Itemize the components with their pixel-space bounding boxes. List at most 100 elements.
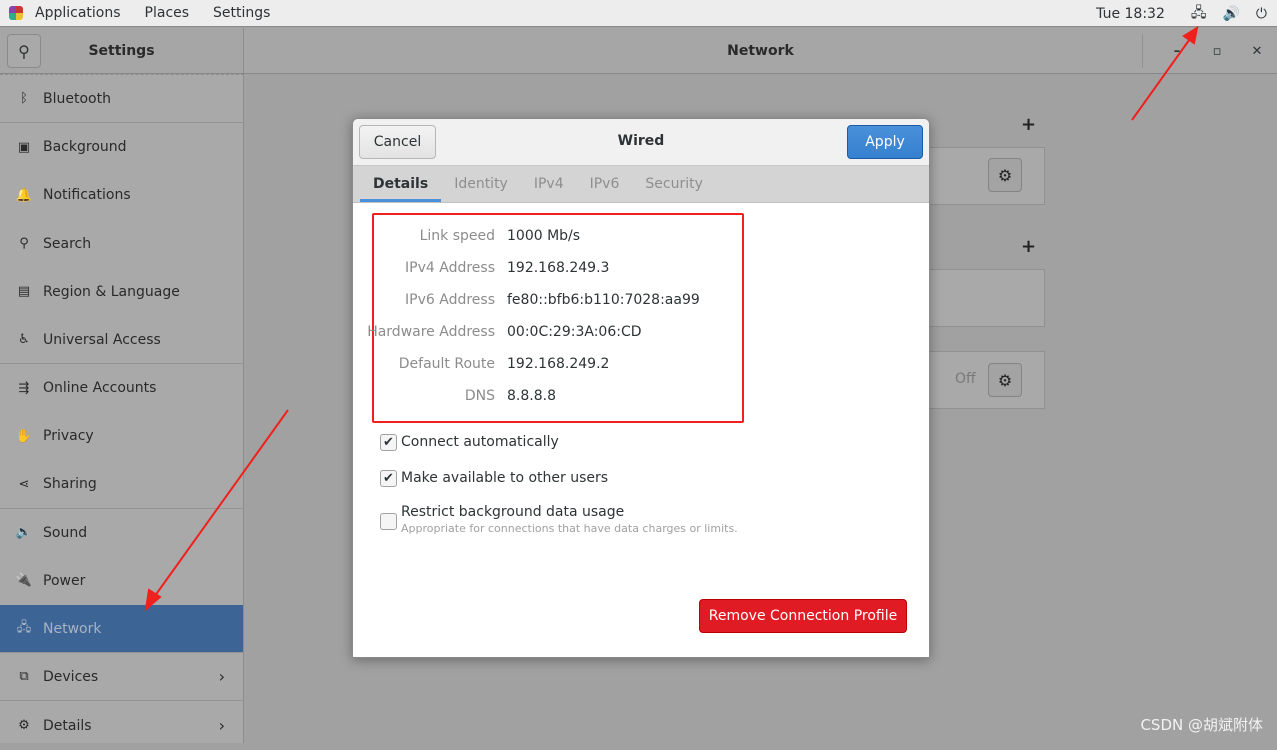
gear-icon: ⚙ (997, 370, 1013, 390)
apply-button[interactable]: Apply (847, 125, 923, 159)
detail-value: 192.168.249.2 (507, 356, 610, 372)
sidebar-item-sharing[interactable]: ⋖ Sharing (0, 461, 243, 509)
sidebar-item-power[interactable]: 🔌 Power (0, 557, 243, 605)
detail-row: Hardware Address 00:0C:29:3A:06:CD (353, 324, 642, 340)
notifications-icon: 🔔 (15, 187, 33, 203)
power-icon[interactable]: ⏻ (1256, 6, 1267, 22)
gear-icon: ⚙ (997, 165, 1013, 185)
detail-label: IPv6 Address (405, 292, 495, 308)
sound-icon: 🔈 (15, 525, 33, 541)
remove-connection-profile-button[interactable]: Remove Connection Profile (699, 599, 907, 633)
tab-details[interactable]: Details (360, 166, 442, 202)
close-button[interactable]: ✕ (1237, 44, 1277, 59)
wired-dialog: Cancel Wired Apply Details Identity IPv4 IP… (352, 118, 930, 658)
tab-ipv6[interactable]: IPv6 (577, 166, 633, 202)
detail-row: IPv4 Address 192.168.249.3 (353, 260, 609, 276)
sidebar-item-label: Background (43, 139, 127, 156)
sidebar-item-background[interactable]: ▣ Background (0, 123, 243, 171)
page-title: Network (727, 43, 794, 59)
detail-row: Link speed 1000 Mb/s (353, 228, 580, 244)
sidebar-item-label: Online Accounts (43, 380, 157, 397)
checkbox[interactable]: ✔ (380, 470, 397, 487)
sidebar-item-details[interactable]: ⚙ Details › (0, 701, 243, 749)
chevron-right-icon: › (218, 667, 225, 687)
privacy-icon: ✋ (15, 428, 33, 444)
sidebar-item-search[interactable]: ⚲ Search (0, 220, 243, 268)
sidebar-item-region-language[interactable]: ▤ Region & Language (0, 268, 243, 316)
background-icon: ▣ (17, 139, 31, 155)
bluetooth-icon: ᛒ (20, 91, 28, 107)
sharing-icon: ⋖ (18, 476, 30, 492)
detail-value: 8.8.8.8 (507, 388, 556, 404)
detail-row: DNS 8.8.8.8 (353, 388, 556, 404)
option-label: Make available to other users (401, 470, 609, 486)
sidebar-item-bluetooth[interactable]: ᛒ Bluetooth (0, 75, 243, 124)
search-icon: ⚲ (18, 41, 30, 61)
detail-value: fe80::bfb6:b110:7028:aa99 (507, 292, 700, 308)
settings-header: ⚲ Settings Network – ▫ ✕ (0, 28, 1277, 74)
universal-access-icon: ♿ (18, 332, 30, 348)
sidebar-item-label: Search (43, 235, 92, 252)
tab-security[interactable]: Security (632, 166, 716, 202)
gnome-logo-icon (9, 6, 23, 20)
add-wired-button[interactable]: + (1021, 114, 1036, 135)
detail-label: Hardware Address (367, 324, 495, 340)
proxy-settings-button[interactable]: ⚙ (988, 363, 1022, 397)
network-wired-icon[interactable]: 🖧 (1191, 2, 1207, 26)
sidebar-item-label: Bluetooth (43, 90, 111, 107)
sidebar-item-notifications[interactable]: 🔔 Notifications (0, 171, 243, 219)
search-icon: ⚲ (19, 236, 29, 252)
sidebar-item-network[interactable]: 🖧 Network (0, 605, 243, 654)
sidebar-item-online-accounts[interactable]: ⇶ Online Accounts (0, 364, 243, 412)
sidebar-item-label: Devices (43, 668, 99, 685)
dialog-tabs: Details Identity IPv4 IPv6 Security (353, 166, 929, 203)
checkbox[interactable]: ✔ (380, 434, 397, 451)
sidebar-item-label: Sound (43, 524, 88, 541)
sidebar-item-privacy[interactable]: ✋ Privacy (0, 412, 243, 460)
menu-applications[interactable]: Applications (23, 5, 133, 21)
sidebar: ᛒ Bluetooth ▣ Background 🔔 Notifications ⚲ Sear… (0, 74, 244, 743)
sidebar-item-label: Power (43, 572, 86, 589)
maximize-button[interactable]: ▫ (1197, 44, 1237, 59)
wired-settings-button[interactable]: ⚙ (988, 158, 1022, 192)
detail-row: IPv6 Address fe80::bfb6:b110:7028:aa99 (353, 292, 700, 308)
checkbox[interactable] (380, 513, 397, 530)
search-button[interactable]: ⚲ (7, 34, 41, 68)
option-restrict-background-data-usage[interactable]: Restrict background data usage Appropriat… (380, 504, 738, 535)
option-connect-automatically[interactable]: ✔ Connect automatically (380, 434, 559, 451)
sidebar-item-label: Notifications (43, 187, 131, 204)
dialog-title: Wired (617, 133, 665, 149)
menu-places[interactable]: Places (133, 5, 202, 21)
clock[interactable]: Tue 18:32 (1096, 6, 1165, 22)
watermark: CSDN @胡斌附体 (1140, 716, 1263, 734)
volume-icon[interactable]: 🔊 (1222, 6, 1239, 22)
online-accounts-icon: ⇶ (18, 380, 30, 396)
details-icon: ⚙ (18, 718, 30, 734)
detail-label: Default Route (398, 356, 495, 372)
sidebar-item-sound[interactable]: 🔈 Sound (0, 509, 243, 557)
sidebar-item-label: Details (43, 717, 92, 734)
detail-label: IPv4 Address (405, 260, 495, 276)
add-vpn-button[interactable]: + (1021, 236, 1036, 257)
top-bar: Applications Places Settings Tue 18:32 🖧… (0, 0, 1277, 27)
option-description: Appropriate for connections that have da… (401, 522, 738, 535)
sidebar-item-label: Universal Access (43, 331, 161, 348)
detail-row: Default Route 192.168.249.2 (353, 356, 610, 372)
tab-identity[interactable]: Identity (441, 166, 521, 202)
detail-label: DNS (464, 388, 495, 404)
sidebar-item-label: Sharing (43, 476, 97, 493)
option-label: Restrict background data usage (401, 504, 625, 520)
detail-value: 192.168.249.3 (507, 260, 610, 276)
option-label: Connect automatically (401, 434, 559, 450)
option-make-available-to-other-users[interactable]: ✔ Make available to other users (380, 470, 608, 487)
detail-value: 00:0C:29:3A:06:CD (507, 324, 642, 340)
region-language-icon: ▤ (17, 284, 31, 300)
network-icon: 🖧 (16, 619, 32, 635)
sidebar-item-universal-access[interactable]: ♿ Universal Access (0, 316, 243, 365)
minimize-button[interactable]: – (1157, 44, 1197, 59)
sidebar-item-devices[interactable]: ⧉ Devices › (0, 653, 243, 702)
tab-ipv4[interactable]: IPv4 (521, 166, 577, 202)
menu-settings[interactable]: Settings (201, 5, 282, 21)
sidebar-item-label: Network (43, 620, 102, 637)
devices-icon: ⧉ (19, 669, 29, 685)
